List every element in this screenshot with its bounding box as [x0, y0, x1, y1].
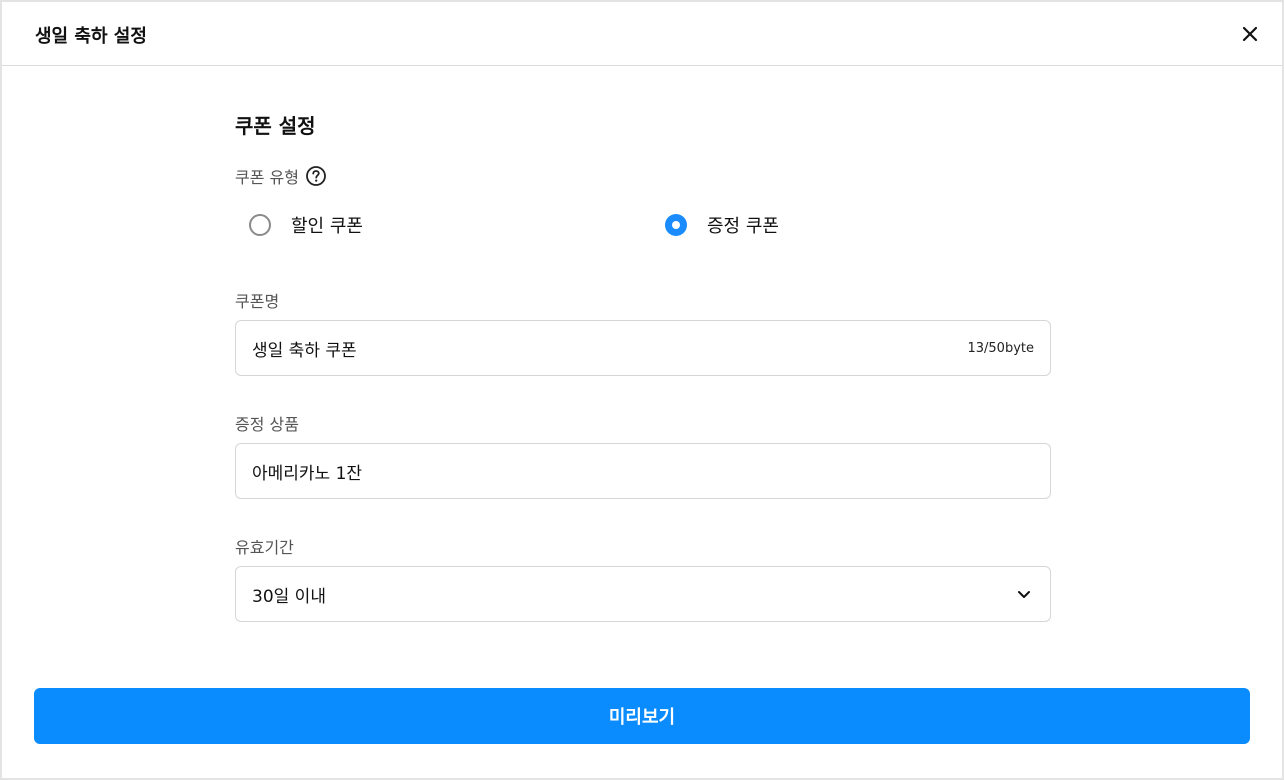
close-icon — [1242, 26, 1258, 42]
chevron-down-icon — [1014, 584, 1034, 604]
modal-title: 생일 축하 설정 — [35, 26, 147, 47]
radio-gift-coupon[interactable]: 증정 쿠폰 — [665, 212, 779, 238]
gift-product-input[interactable]: 아메리카노 1잔 — [235, 443, 1051, 499]
coupon-type-label: 쿠폰 유형 — [235, 168, 299, 187]
validity-value: 30일 이내 — [252, 586, 326, 607]
preview-button[interactable]: 미리보기 — [34, 688, 1250, 744]
gift-product-label: 증정 상품 — [235, 415, 299, 434]
radio-button-checked[interactable] — [665, 214, 687, 236]
coupon-name-label: 쿠폰명 — [235, 292, 280, 311]
modal-header: 생일 축하 설정 — [2, 2, 1282, 66]
close-button[interactable] — [1238, 22, 1262, 46]
validity-label: 유효기간 — [235, 538, 294, 557]
help-icon[interactable] — [305, 165, 327, 187]
birthday-settings-modal: 생일 축하 설정 쿠폰 설정 쿠폰 유형 할인 쿠폰 증정 쿠폰 쿠폰명 생일 … — [0, 0, 1284, 780]
byte-counter: 13/50byte — [967, 340, 1034, 356]
radio-discount-coupon[interactable]: 할인 쿠폰 — [249, 212, 363, 238]
radio-label: 할인 쿠폰 — [291, 216, 363, 237]
radio-button[interactable] — [249, 214, 271, 236]
radio-label: 증정 쿠폰 — [707, 216, 779, 237]
coupon-name-value: 생일 축하 쿠폰 — [252, 340, 357, 361]
section-title: 쿠폰 설정 — [235, 114, 316, 138]
coupon-type-label-row: 쿠폰 유형 — [235, 164, 327, 188]
validity-select[interactable]: 30일 이내 — [235, 566, 1051, 622]
gift-product-value: 아메리카노 1잔 — [252, 463, 363, 484]
coupon-name-input[interactable]: 생일 축하 쿠폰 13/50byte — [235, 320, 1051, 376]
